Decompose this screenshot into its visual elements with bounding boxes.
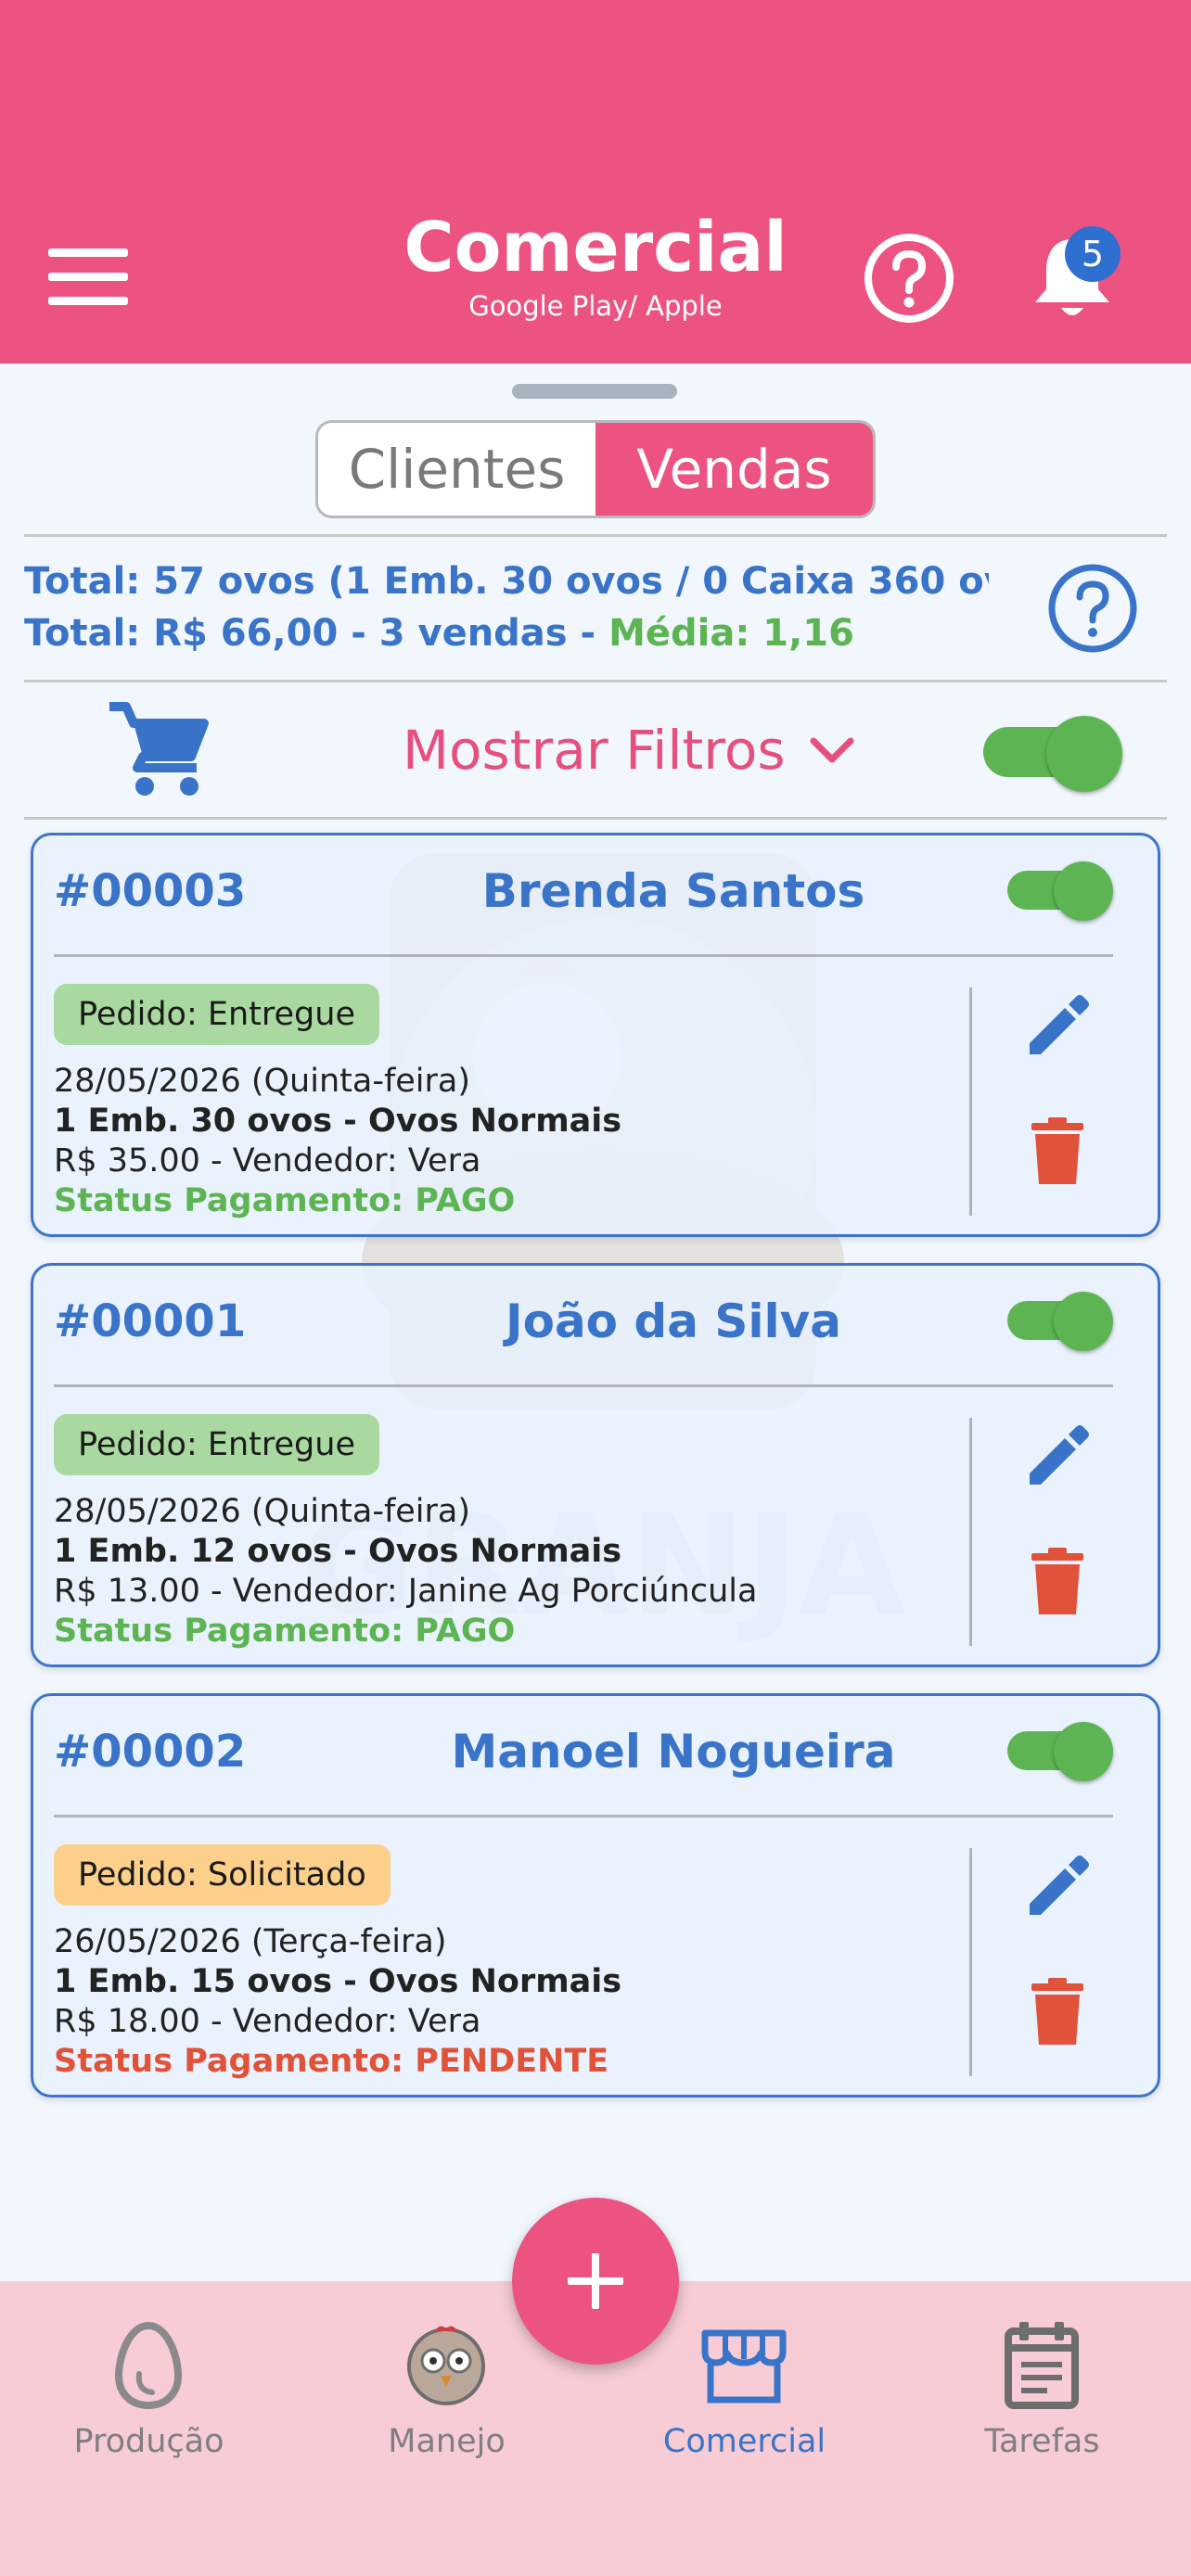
nav-item-producao[interactable]: Produção <box>0 2281 298 2576</box>
nav-label: Tarefas <box>984 2423 1100 2460</box>
chicken-icon <box>407 2326 485 2405</box>
show-filters-label: Mostrar Filtros <box>403 719 786 782</box>
payment-status: Status Pagamento: PAGO <box>54 1613 516 1650</box>
sale-price-seller: R$ 35.00 - Vendedor: Vera <box>54 1142 481 1180</box>
payment-status: Status Pagamento: PAGO <box>54 1182 516 1219</box>
tabs-segmented-control: Clientes Vendas <box>315 420 876 518</box>
app-header: Comercial Google Play/ Apple 5 <box>0 0 1191 363</box>
sale-card[interactable]: #00002 Manoel Nogueira Pedido: Solicitad… <box>31 1693 1160 2098</box>
nav-label: Manejo <box>388 2423 506 2460</box>
page-subtitle: Google Play/ Apple <box>468 290 723 322</box>
summary-sales-total: Total: R$ 66,00 - 3 vendas - Média: 1,16 <box>24 608 989 658</box>
summary-sales-text: Total: R$ 66,00 - 3 vendas - <box>24 612 609 655</box>
edit-icon[interactable] <box>1024 989 1095 1060</box>
filters-toggle[interactable] <box>983 716 1122 792</box>
card-vertical-divider <box>969 1418 972 1646</box>
drag-handle[interactable] <box>512 384 677 399</box>
order-status-badge: Pedido: Entregue <box>54 1414 379 1475</box>
store-icon <box>701 2329 787 2404</box>
egg-icon <box>114 2321 183 2410</box>
clipboard-icon <box>1005 2322 1079 2409</box>
edit-icon[interactable] <box>1024 1850 1095 1920</box>
sale-date: 28/05/2026 (Quinta-feira) <box>54 1493 471 1530</box>
card-divider <box>54 1815 1113 1817</box>
show-filters-button[interactable]: Mostrar Filtros <box>403 718 856 783</box>
card-divider <box>54 1384 1113 1387</box>
sale-number: #00003 <box>54 865 247 917</box>
sale-toggle[interactable] <box>1007 861 1113 921</box>
help-icon[interactable] <box>863 232 955 325</box>
sale-toggle[interactable] <box>1007 1292 1113 1351</box>
sale-date: 28/05/2026 (Quinta-feira) <box>54 1063 471 1100</box>
sale-client-name: Manoel Nogueira <box>451 1725 896 1779</box>
tab-clientes[interactable]: Clientes <box>318 423 596 516</box>
sale-product: 1 Emb. 30 ovos - Ovos Normais <box>54 1103 622 1140</box>
sale-date: 26/05/2026 (Terça-feira) <box>54 1923 447 1960</box>
order-status-badge: Pedido: Solicitado <box>54 1844 391 1906</box>
nav-label: Comercial <box>662 2423 826 2460</box>
card-vertical-divider <box>969 988 972 1216</box>
tab-vendas[interactable]: Vendas <box>596 423 873 516</box>
nav-item-tarefas[interactable]: Tarefas <box>893 2281 1191 2576</box>
sale-product: 1 Emb. 15 ovos - Ovos Normais <box>54 1963 622 2000</box>
notification-badge: 5 <box>1065 226 1121 282</box>
sale-toggle[interactable] <box>1007 1722 1113 1781</box>
sale-card[interactable]: #00003 Brenda Santos Pedido: Entregue 28… <box>31 833 1160 1237</box>
add-sale-button[interactable] <box>512 2198 679 2365</box>
nav-label: Produção <box>73 2423 224 2460</box>
card-divider <box>54 954 1113 957</box>
page-title: Comercial <box>403 208 788 287</box>
sale-number: #00001 <box>54 1295 247 1347</box>
sale-price-seller: R$ 13.00 - Vendedor: Janine Ag Porciúncu… <box>54 1573 758 1610</box>
sale-product: 1 Emb. 12 ovos - Ovos Normais <box>54 1533 622 1570</box>
help-icon[interactable] <box>1046 562 1139 655</box>
chevron-down-icon <box>810 737 854 763</box>
payment-status: Status Pagamento: PENDENTE <box>54 2043 609 2080</box>
divider <box>24 817 1167 820</box>
edit-icon[interactable] <box>1024 1420 1095 1490</box>
trash-icon[interactable] <box>1028 1976 1087 2047</box>
sale-price-seller: R$ 18.00 - Vendedor: Vera <box>54 2003 481 2040</box>
sale-client-name: Brenda Santos <box>481 864 865 918</box>
divider <box>24 534 1167 537</box>
cart-icon[interactable] <box>108 701 211 799</box>
sale-client-name: João da Silva <box>505 1294 841 1348</box>
sale-card[interactable]: #00001 João da Silva Pedido: Entregue 28… <box>31 1263 1160 1667</box>
order-status-badge: Pedido: Entregue <box>54 984 379 1045</box>
sale-number: #00002 <box>54 1726 247 1778</box>
trash-icon[interactable] <box>1028 1116 1087 1186</box>
summary-eggs-total: Total: 57 ovos (1 Emb. 30 ovos / 0 Caixa… <box>24 560 989 603</box>
summary-average: Média: 1,16 <box>608 612 854 655</box>
divider <box>24 680 1167 682</box>
trash-icon[interactable] <box>1028 1546 1087 1616</box>
card-vertical-divider <box>969 1848 972 2076</box>
